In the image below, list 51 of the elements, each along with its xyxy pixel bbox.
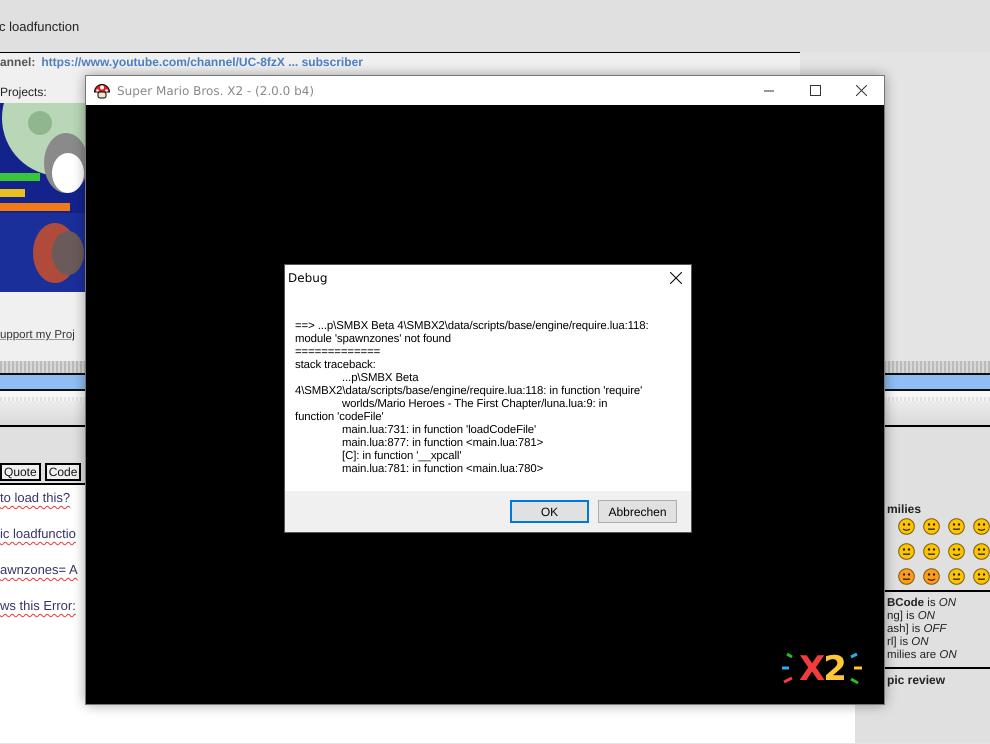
smiley-icon[interactable] bbox=[973, 543, 990, 560]
option-status: ash] is OFF bbox=[887, 623, 948, 636]
option-status: rl] is ON bbox=[887, 636, 930, 649]
smiley-icon[interactable] bbox=[973, 518, 990, 535]
error-message-line: 4\SMBX2\data/scripts/base/engine/require.lua:118: in function 'require' bbox=[295, 385, 644, 398]
channel-label: annel: bbox=[0, 55, 36, 69]
error-message-line: main.lua:877: in function <main.lua:781> bbox=[341, 437, 544, 450]
smiley-icon[interactable] bbox=[948, 543, 965, 560]
maximize-icon[interactable] bbox=[810, 85, 820, 96]
support-link[interactable]: upport my Proj bbox=[0, 328, 75, 342]
mushroom-icon bbox=[93, 82, 111, 100]
message-text: awnzones= A bbox=[0, 562, 78, 579]
option-status: ng] is ON bbox=[887, 610, 936, 623]
dialog-title: Debug bbox=[288, 271, 328, 285]
dialog-button[interactable]: OK bbox=[510, 500, 589, 523]
smiley-icon[interactable] bbox=[923, 568, 940, 585]
dialog-button[interactable]: Abbrechen bbox=[598, 500, 677, 523]
message-text: to load this? bbox=[0, 490, 70, 507]
error-message-line: [C]: in function '__xpcall' bbox=[341, 450, 462, 463]
channel-link[interactable]: https://www.youtube.com/channel/UC-8fzX ... subscriber bbox=[41, 55, 363, 69]
error-message-line: main.lua:731: in function 'loadCodeFile' bbox=[341, 424, 538, 437]
smiley-icon[interactable] bbox=[898, 568, 915, 585]
option-status: milies are ON bbox=[887, 649, 958, 662]
window-title: Super Mario Bros. X2 - (2.0.0 b4) bbox=[117, 84, 316, 98]
error-message-line: function 'codeFile' bbox=[295, 411, 385, 424]
projects-label: Projects: bbox=[0, 85, 47, 99]
minimize-icon[interactable] bbox=[764, 90, 774, 92]
smiley-icon[interactable] bbox=[948, 568, 965, 585]
editor-button[interactable]: Code bbox=[44, 463, 82, 481]
error-message-line: worlds/Mario Heroes - The First Chapter/luna.lua:9: in bbox=[341, 398, 608, 411]
smiley-icon[interactable] bbox=[973, 568, 990, 585]
error-message-line: ==> ...p\SMBX Beta 4\SMBX2\data/scripts/base/engine/require.lua:118: bbox=[295, 320, 650, 333]
smiley-icon[interactable] bbox=[923, 543, 940, 560]
message-text: ws this Error: bbox=[0, 598, 76, 615]
error-message-line: ...p\SMBX Beta bbox=[341, 372, 420, 385]
smiley-icon[interactable] bbox=[898, 518, 915, 535]
error-message-line: module 'spawnzones' not found bbox=[295, 333, 452, 346]
error-message-line: main.lua:781: in function <main.lua:780> bbox=[341, 463, 544, 476]
smiley-icon[interactable] bbox=[923, 518, 940, 535]
close-icon[interactable] bbox=[670, 272, 682, 284]
error-message-line: stack traceback: bbox=[295, 359, 377, 372]
error-message-line: ============= bbox=[295, 346, 382, 359]
message-text: ic loadfunctio bbox=[0, 526, 76, 543]
option-status: BCode is ON bbox=[887, 597, 958, 610]
topic-review-title: pic review bbox=[887, 673, 946, 687]
logo-text: X2 bbox=[799, 652, 845, 686]
smiley-icon[interactable] bbox=[948, 518, 965, 535]
smiley-icon[interactable] bbox=[898, 543, 915, 560]
smilies-title: milies bbox=[887, 502, 922, 516]
editor-button[interactable]: Quote bbox=[0, 463, 41, 481]
close-icon[interactable] bbox=[856, 85, 866, 96]
